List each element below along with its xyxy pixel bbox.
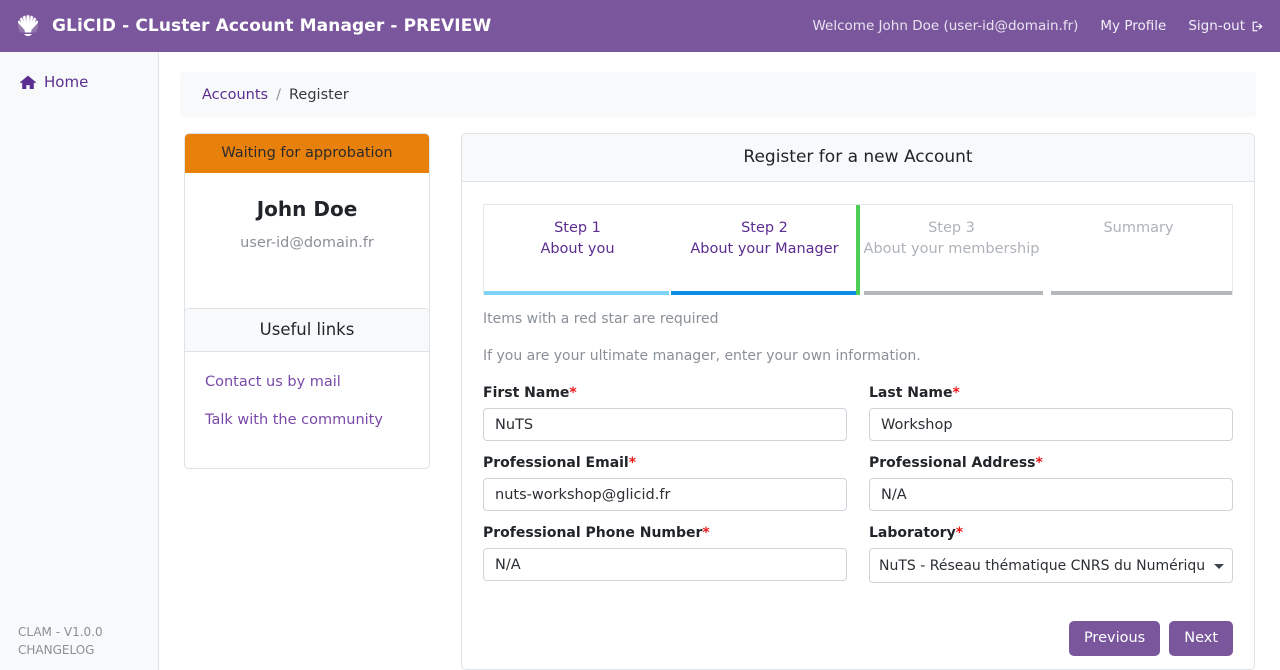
- sidebar: Home CLAM - V1.0.0 CHANGELOG: [0, 52, 159, 670]
- home-icon: [20, 75, 36, 90]
- tab-step-2-indicator: [671, 291, 858, 295]
- useful-links-title: Useful links: [185, 309, 429, 352]
- community-link[interactable]: Talk with the community: [205, 412, 409, 428]
- tab-step-2-title: Step 2: [671, 218, 858, 239]
- changelog-link[interactable]: CHANGELOG: [18, 642, 103, 659]
- brand-link[interactable]: GLiCID - CLuster Account Manager - PREVI…: [14, 12, 491, 40]
- app-version: CLAM - V1.0.0: [18, 625, 103, 639]
- form-row-phone-lab: Professional Phone Number* Laboratory* N…: [483, 525, 1233, 583]
- tab-summary-indicator: [1051, 291, 1232, 295]
- required-star: *: [953, 385, 960, 401]
- form-row-contact: Professional Email* Professional Address…: [483, 455, 1233, 511]
- sidebar-item-label: Home: [44, 73, 88, 91]
- professional-email-input[interactable]: [483, 478, 847, 511]
- field-first-name: First Name*: [483, 385, 847, 441]
- field-professional-email: Professional Email*: [483, 455, 847, 511]
- useful-links-list: Contact us by mail Talk with the communi…: [185, 352, 429, 428]
- sign-out-label: Sign-out: [1188, 18, 1245, 34]
- user-name: John Doe: [185, 197, 429, 221]
- tab-step-3-indicator: [864, 291, 1043, 295]
- field-last-name: Last Name*: [869, 385, 1233, 441]
- welcome-text: Welcome John Doe (user-id@domain.fr): [813, 18, 1079, 34]
- form-row-names: First Name* Last Name*: [483, 385, 1233, 441]
- shell-icon: [14, 12, 42, 40]
- tab-summary[interactable]: Summary: [1045, 205, 1232, 295]
- professional-email-label: Professional Email*: [483, 455, 847, 471]
- laboratory-select-wrap: NuTS - Réseau thématique CNRS du Numériq…: [869, 548, 1233, 583]
- wizard-buttons: Previous Next: [1069, 621, 1233, 656]
- step-wizard-tabs: Step 1 About you Step 2 About your Manag…: [483, 204, 1233, 295]
- tab-step-3-title: Step 3: [858, 218, 1045, 239]
- register-card: Register for a new Account Step 1 About …: [461, 133, 1255, 670]
- last-name-label: Last Name*: [869, 385, 1233, 401]
- field-professional-phone: Professional Phone Number*: [483, 525, 847, 583]
- tab-step-1[interactable]: Step 1 About you: [484, 205, 671, 295]
- breadcrumb-current: Register: [289, 87, 349, 103]
- top-navbar: GLiCID - CLuster Account Manager - PREVI…: [0, 0, 1280, 52]
- current-step-marker: [856, 205, 860, 295]
- professional-address-input[interactable]: [869, 478, 1233, 511]
- tab-step-3[interactable]: Step 3 About your membership: [858, 205, 1045, 295]
- previous-button[interactable]: Previous: [1069, 621, 1160, 656]
- professional-phone-label: Professional Phone Number*: [483, 525, 847, 541]
- tab-step-3-subtitle: About your membership: [858, 239, 1045, 260]
- required-hint: Items with a red star are required: [483, 311, 1233, 327]
- professional-phone-input[interactable]: [483, 548, 847, 581]
- manager-form: Items with a red star are required If yo…: [483, 295, 1233, 583]
- required-star: *: [956, 525, 963, 541]
- required-star: *: [629, 455, 636, 471]
- tab-step-1-title: Step 1: [484, 218, 671, 239]
- breadcrumb-accounts-link[interactable]: Accounts: [202, 87, 268, 103]
- next-button[interactable]: Next: [1169, 621, 1233, 656]
- first-name-input[interactable]: [483, 408, 847, 441]
- required-star: *: [1035, 455, 1042, 471]
- page-title: Register for a new Account: [462, 134, 1254, 182]
- brand-title: GLiCID - CLuster Account Manager - PREVI…: [52, 16, 491, 36]
- user-email: user-id@domain.fr: [185, 235, 429, 251]
- laboratory-label: Laboratory*: [869, 525, 1233, 541]
- field-professional-address: Professional Address*: [869, 455, 1233, 511]
- breadcrumb: Accounts / Register: [180, 72, 1256, 117]
- navbar-right: Welcome John Doe (user-id@domain.fr) My …: [813, 18, 1265, 34]
- first-name-label: First Name*: [483, 385, 847, 401]
- sidebar-footer: CLAM - V1.0.0 CHANGELOG: [18, 624, 103, 659]
- tab-step-2-subtitle: About your Manager: [671, 239, 858, 260]
- breadcrumb-separator: /: [276, 87, 281, 103]
- manager-hint: If you are your ultimate manager, enter …: [483, 348, 1233, 364]
- sidebar-item-home[interactable]: Home: [0, 73, 158, 91]
- sign-out-link[interactable]: Sign-out: [1188, 18, 1264, 34]
- laboratory-select[interactable]: NuTS - Réseau thématique CNRS du Numériq…: [869, 548, 1233, 583]
- my-profile-link[interactable]: My Profile: [1100, 18, 1166, 34]
- field-laboratory: Laboratory* NuTS - Réseau thématique CNR…: [869, 525, 1233, 583]
- tab-step-1-indicator: [484, 291, 669, 295]
- tab-step-1-subtitle: About you: [484, 239, 671, 260]
- tab-step-2[interactable]: Step 2 About your Manager: [671, 205, 858, 295]
- professional-address-label: Professional Address*: [869, 455, 1233, 471]
- required-star: *: [702, 525, 709, 541]
- useful-links-card: Useful links Contact us by mail Talk wit…: [184, 308, 430, 469]
- required-star: *: [569, 385, 576, 401]
- status-badge: Waiting for approbation: [185, 134, 429, 173]
- tab-summary-title: Summary: [1045, 218, 1232, 239]
- last-name-input[interactable]: [869, 408, 1233, 441]
- contact-by-mail-link[interactable]: Contact us by mail: [205, 374, 409, 390]
- sign-out-icon: [1251, 20, 1264, 33]
